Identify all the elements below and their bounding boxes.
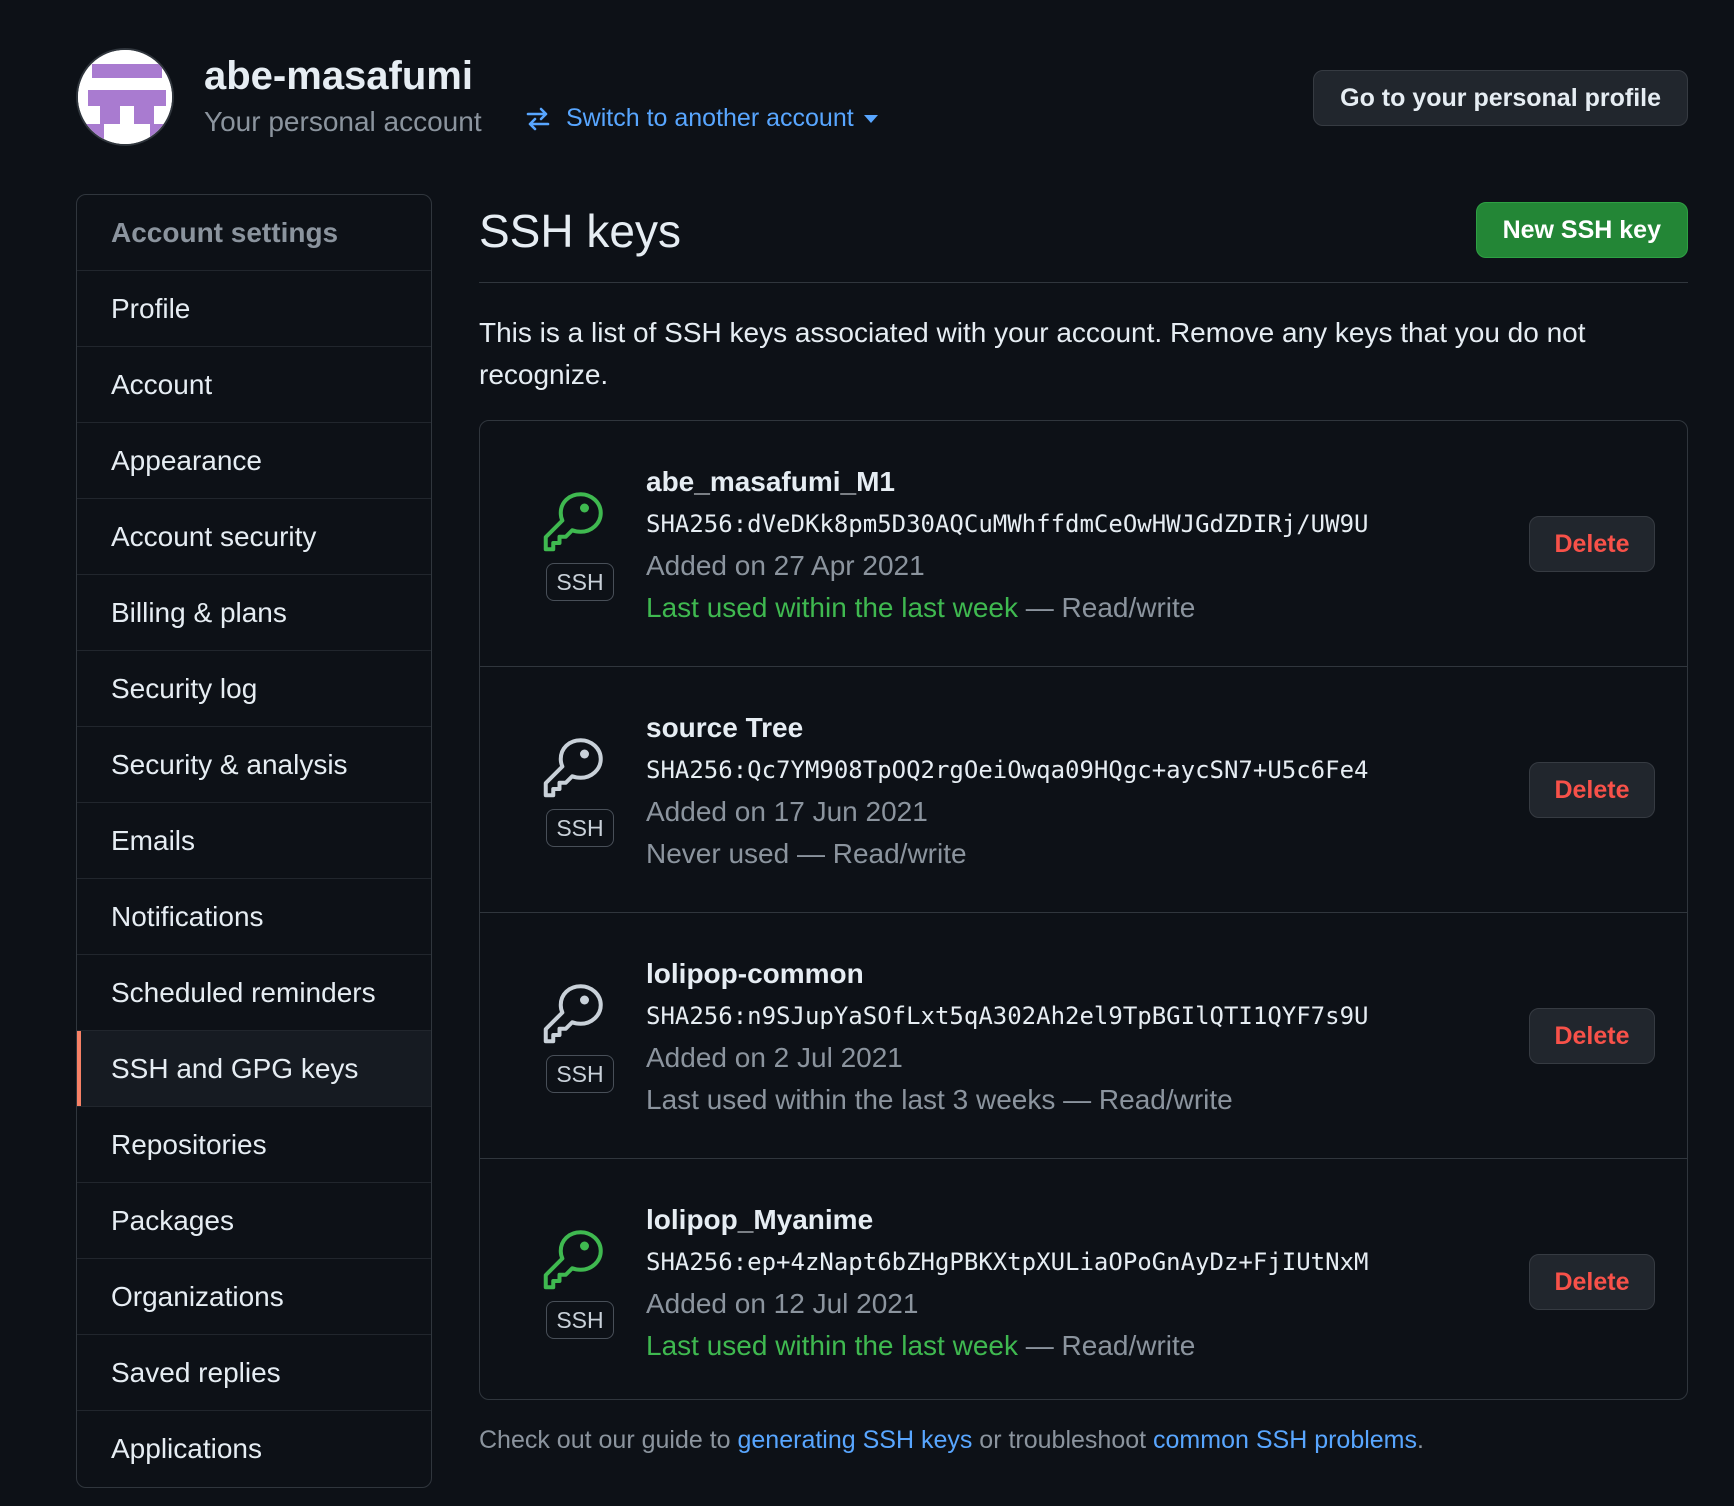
footer-suffix: . xyxy=(1417,1426,1424,1454)
common-ssh-problems-link[interactable]: common SSH problems xyxy=(1153,1426,1417,1454)
sidebar-item-ssh-and-gpg-keys[interactable]: SSH and GPG keys xyxy=(77,1031,431,1107)
key-access: — Read/write xyxy=(1055,1084,1233,1115)
key-info: source Tree SHA256:Qc7YM908TpOQ2rgOeiOwq… xyxy=(646,707,1368,875)
footer-note: Check out our guide to generating SSH ke… xyxy=(479,1426,1424,1455)
key-access: — Read/write xyxy=(1017,1330,1196,1361)
footer-prefix: Check out our guide to xyxy=(479,1426,738,1454)
go-to-profile-button[interactable]: Go to your personal profile xyxy=(1313,70,1688,126)
key-access: — Read/write xyxy=(789,838,967,869)
key-fingerprint: SHA256:Qc7YM908TpOQ2rgOeiOwqa09HQgc+aycS… xyxy=(646,756,1369,784)
key-title: abe_masafumi_M1 xyxy=(646,466,896,497)
switch-account-link[interactable]: Switch to another account xyxy=(524,104,878,133)
ssh-badge: SSH xyxy=(546,563,614,601)
key-info: lolipop-common SHA256:n9SJupYaSOfLxt5qA3… xyxy=(646,953,1368,1121)
ssh-key-row: SSH lolipop-common SHA256:n9SJupYaSOfLxt… xyxy=(480,913,1687,1159)
sidebar-item-emails[interactable]: Emails xyxy=(77,803,431,879)
sidebar-item-saved-replies[interactable]: Saved replies xyxy=(77,1335,431,1411)
delete-key-button[interactable]: Delete xyxy=(1529,516,1655,572)
key-icon xyxy=(543,984,603,1044)
title-divider xyxy=(479,282,1688,283)
sidebar-item-applications[interactable]: Applications xyxy=(77,1411,431,1487)
ssh-key-row: SSH abe_masafumi_M1 SHA256:dVeDKk8pm5D30… xyxy=(480,421,1687,667)
sidebar-item-packages[interactable]: Packages xyxy=(77,1183,431,1259)
ssh-badge: SSH xyxy=(546,1055,614,1093)
delete-key-button[interactable]: Delete xyxy=(1529,762,1655,818)
page-title: SSH keys xyxy=(479,205,681,257)
generating-ssh-keys-link[interactable]: generating SSH keys xyxy=(738,1426,973,1454)
ssh-key-list: SSH abe_masafumi_M1 SHA256:dVeDKk8pm5D30… xyxy=(479,420,1688,1400)
sidebar-item-security-log[interactable]: Security log xyxy=(77,651,431,727)
sidebar-item-account-security[interactable]: Account security xyxy=(77,499,431,575)
sidebar-item-organizations[interactable]: Organizations xyxy=(77,1259,431,1335)
key-added-date: Added on 12 Jul 2021 xyxy=(646,1288,919,1319)
ssh-badge: SSH xyxy=(546,809,614,847)
key-last-used: Last used within the last 3 weeks xyxy=(646,1084,1056,1115)
intro-text: This is a list of SSH keys associated wi… xyxy=(479,317,1586,390)
settings-sidebar: Account settings Profile Account Appearanc… xyxy=(76,194,432,1488)
footer-middle: or troubleshoot xyxy=(972,1426,1154,1454)
delete-key-button[interactable]: Delete xyxy=(1529,1008,1655,1064)
ssh-key-row: SSH lolipop_Myanime SHA256:ep+4zNapt6bZH… xyxy=(480,1159,1687,1399)
sidebar-item-repositories[interactable]: Repositories xyxy=(77,1107,431,1183)
key-usage: Last used within the last week — Read/wr… xyxy=(646,587,1368,629)
sidebar-item-notifications[interactable]: Notifications xyxy=(77,879,431,955)
key-info: abe_masafumi_M1 SHA256:dVeDKk8pm5D30AQCu… xyxy=(646,461,1368,629)
arrows-switch-icon xyxy=(526,107,550,130)
key-usage: Last used within the last week — Read/wr… xyxy=(646,1325,1368,1367)
key-icon xyxy=(543,492,603,552)
key-fingerprint: SHA256:ep+4zNapt6bZHgPBKXtpXULiaOPoGnAyD… xyxy=(646,1248,1369,1276)
identicon xyxy=(78,50,172,144)
key-access: — Read/write xyxy=(1017,592,1196,623)
key-icon xyxy=(543,738,603,798)
sidebar-item-profile[interactable]: Profile xyxy=(77,271,431,347)
key-usage: Never used — Read/write xyxy=(646,833,1368,875)
delete-key-button[interactable]: Delete xyxy=(1529,1254,1655,1310)
account-subtitle: Your personal account xyxy=(204,106,482,137)
key-fingerprint: SHA256:dVeDKk8pm5D30AQCuMWhffdmCeOwHWJGd… xyxy=(646,510,1369,538)
account-username: abe-masafumi xyxy=(204,54,473,98)
sidebar-item-scheduled-reminders[interactable]: Scheduled reminders xyxy=(77,955,431,1031)
sidebar-heading: Account settings xyxy=(77,195,431,271)
sidebar-item-appearance[interactable]: Appearance xyxy=(77,423,431,499)
key-added-date: Added on 17 Jun 2021 xyxy=(646,796,928,827)
key-usage: Last used within the last 3 weeks — Read… xyxy=(646,1079,1368,1121)
key-last-used: Last used within the last week xyxy=(646,592,1018,623)
key-info: lolipop_Myanime SHA256:ep+4zNapt6bZHgPBK… xyxy=(646,1199,1368,1367)
avatar[interactable] xyxy=(76,48,174,146)
sidebar-item-account[interactable]: Account xyxy=(77,347,431,423)
new-ssh-key-button[interactable]: New SSH key xyxy=(1475,202,1688,258)
key-added-date: Added on 27 Apr 2021 xyxy=(646,550,925,581)
key-icon xyxy=(543,1230,603,1290)
switch-account-label: Switch to another account xyxy=(566,104,854,132)
sidebar-item-security-analysis[interactable]: Security & analysis xyxy=(77,727,431,803)
key-last-used: Never used xyxy=(646,838,790,869)
key-fingerprint: SHA256:n9SJupYaSOfLxt5qA302Ah2el9TpBGIlQ… xyxy=(646,1002,1369,1030)
caret-down-icon xyxy=(863,114,878,123)
key-last-used: Last used within the last week xyxy=(646,1330,1018,1361)
account-header: abe-masafumi Your personal account Switc… xyxy=(76,48,1688,148)
key-title: source Tree xyxy=(646,712,804,743)
sidebar-item-billing-plans[interactable]: Billing & plans xyxy=(77,575,431,651)
ssh-badge: SSH xyxy=(546,1301,614,1339)
key-added-date: Added on 2 Jul 2021 xyxy=(646,1042,903,1073)
key-title: lolipop-common xyxy=(646,958,864,989)
ssh-key-row: SSH source Tree SHA256:Qc7YM908TpOQ2rgOe… xyxy=(480,667,1687,913)
key-title: lolipop_Myanime xyxy=(646,1204,874,1235)
